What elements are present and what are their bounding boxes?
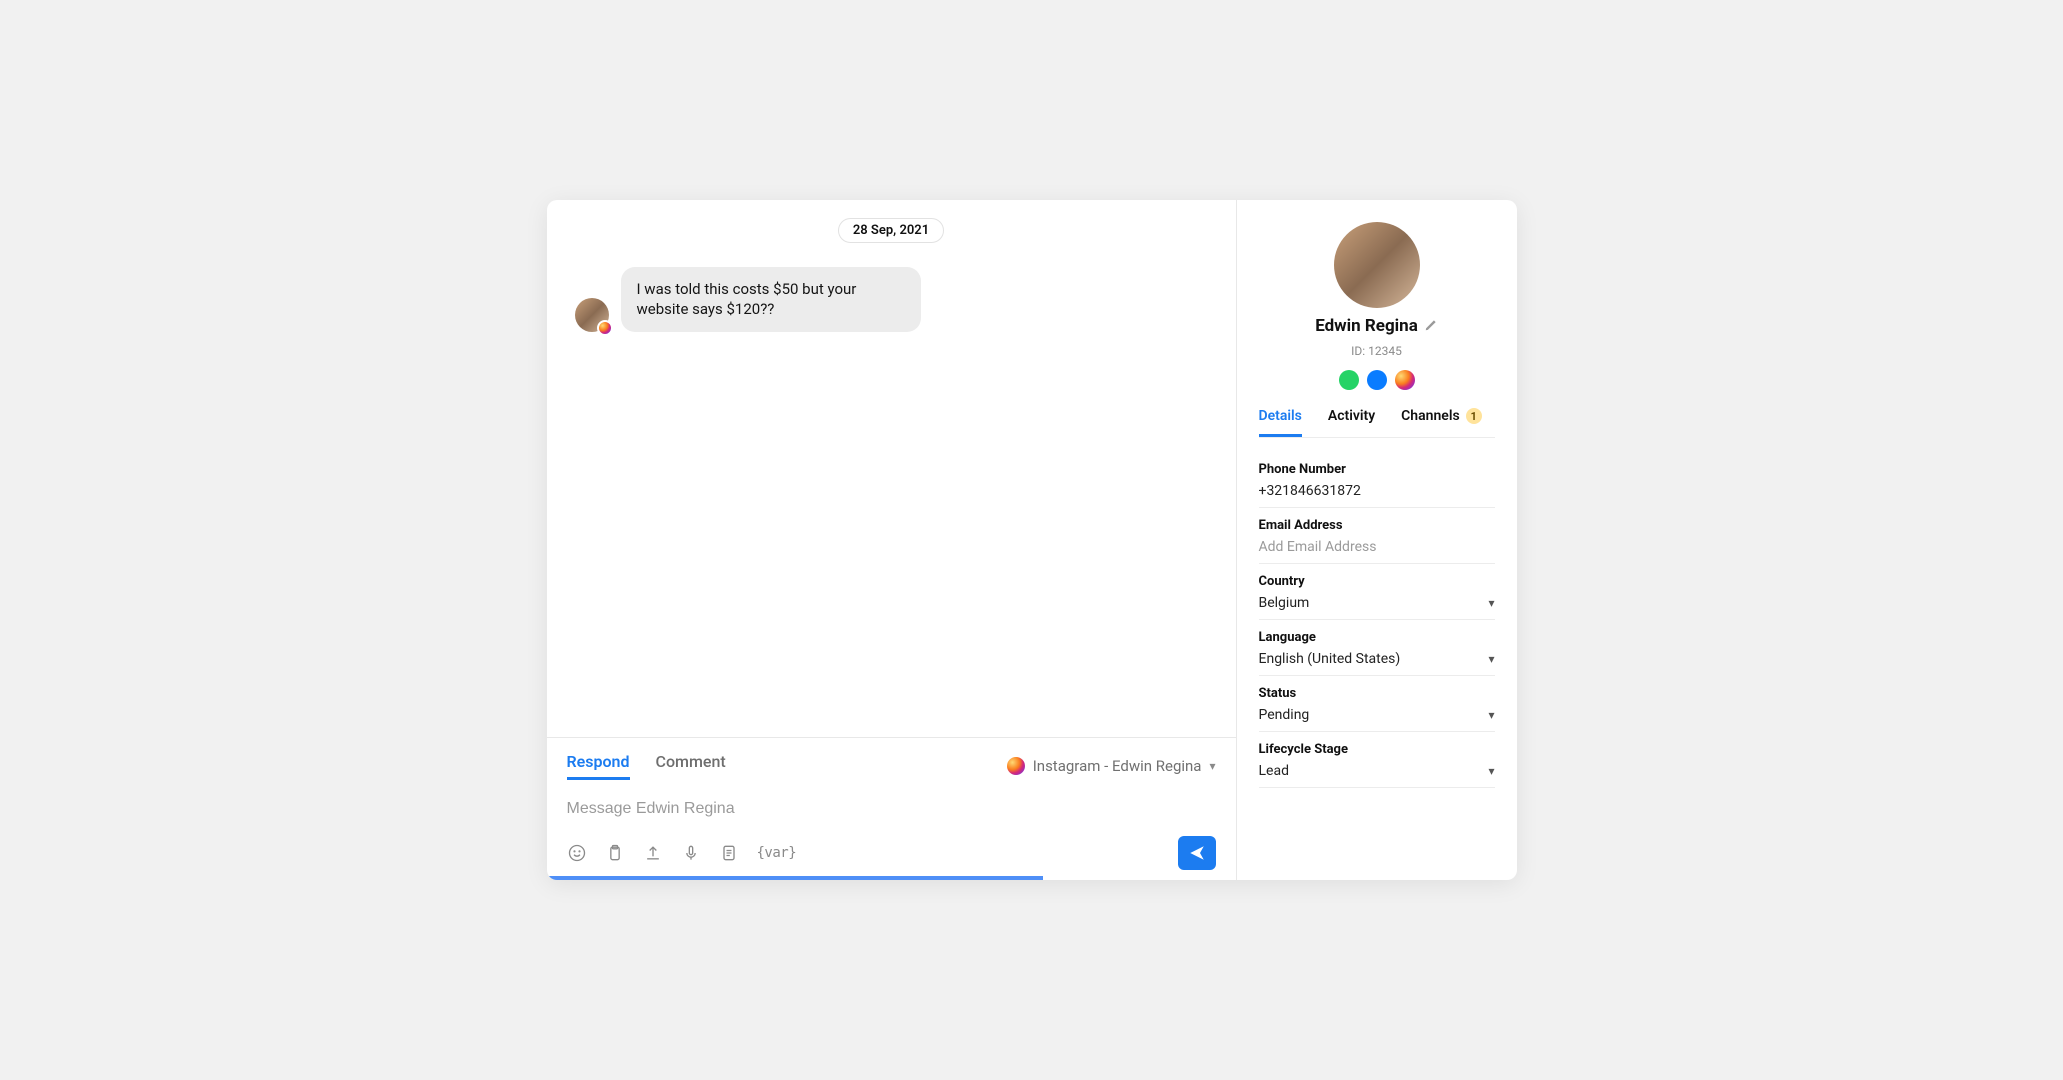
field-status: Status Pending ▾ bbox=[1259, 676, 1495, 732]
composer: Respond Comment Instagram - Edwin Regina… bbox=[547, 737, 1236, 880]
date-separator: 28 Sep, 2021 bbox=[838, 218, 944, 243]
snippet-icon[interactable] bbox=[719, 843, 739, 863]
messenger-icon[interactable] bbox=[1367, 370, 1387, 390]
instagram-icon bbox=[1007, 757, 1025, 775]
language-select[interactable]: English (United States) ▾ bbox=[1259, 651, 1495, 667]
language-value: English (United States) bbox=[1259, 651, 1401, 667]
chevron-down-icon: ▾ bbox=[1488, 652, 1494, 666]
upload-icon[interactable] bbox=[643, 843, 663, 863]
message-input[interactable] bbox=[567, 796, 1216, 832]
field-email: Email Address Add Email Address bbox=[1259, 508, 1495, 564]
sidebar-tabs: Details Activity Channels 1 bbox=[1259, 408, 1495, 438]
whatsapp-icon[interactable] bbox=[1339, 370, 1359, 390]
field-lifecycle: Lifecycle Stage Lead ▾ bbox=[1259, 732, 1495, 788]
chevron-down-icon: ▾ bbox=[1488, 708, 1494, 722]
clipboard-icon[interactable] bbox=[605, 843, 625, 863]
tab-details[interactable]: Details bbox=[1259, 408, 1302, 437]
country-select[interactable]: Belgium ▾ bbox=[1259, 595, 1495, 611]
composer-toolbar: {var} bbox=[567, 832, 1216, 870]
contact-id: ID: 12345 bbox=[1351, 344, 1402, 358]
message-bubble: I was told this costs $50 but your websi… bbox=[621, 267, 921, 332]
field-phone: Phone Number +321846631872 bbox=[1259, 452, 1495, 508]
tab-activity[interactable]: Activity bbox=[1328, 408, 1375, 437]
instagram-icon[interactable] bbox=[1395, 370, 1415, 390]
contact-avatar bbox=[1334, 222, 1420, 308]
lifecycle-value: Lead bbox=[1259, 763, 1289, 779]
chevron-down-icon: ▾ bbox=[1209, 759, 1215, 773]
chevron-down-icon: ▾ bbox=[1488, 596, 1494, 610]
tab-channels-label: Channels bbox=[1401, 408, 1460, 424]
tab-channels[interactable]: Channels 1 bbox=[1401, 408, 1482, 437]
contact-sidebar: Edwin Regina ID: 12345 Details Activity … bbox=[1237, 200, 1517, 880]
tab-respond[interactable]: Respond bbox=[567, 752, 630, 780]
email-placeholder[interactable]: Add Email Address bbox=[1259, 539, 1495, 555]
channel-selector-label: Instagram - Edwin Regina bbox=[1033, 757, 1202, 775]
contact-channel-icons bbox=[1339, 370, 1415, 390]
status-select[interactable]: Pending ▾ bbox=[1259, 707, 1495, 723]
contact-profile: Edwin Regina ID: 12345 bbox=[1259, 222, 1495, 390]
phone-value[interactable]: +321846631872 bbox=[1259, 483, 1495, 499]
field-label: Lifecycle Stage bbox=[1259, 742, 1495, 757]
message-list: 28 Sep, 2021 I was told this costs $50 b… bbox=[547, 200, 1236, 737]
field-label: Country bbox=[1259, 574, 1495, 589]
lifecycle-select[interactable]: Lead ▾ bbox=[1259, 763, 1495, 779]
variable-icon[interactable]: {var} bbox=[757, 845, 797, 861]
field-label: Status bbox=[1259, 686, 1495, 701]
field-label: Language bbox=[1259, 630, 1495, 645]
instagram-icon bbox=[597, 320, 613, 336]
message-avatar bbox=[575, 298, 609, 332]
channel-selector[interactable]: Instagram - Edwin Regina ▾ bbox=[1007, 757, 1216, 775]
field-country: Country Belgium ▾ bbox=[1259, 564, 1495, 620]
status-value: Pending bbox=[1259, 707, 1310, 723]
country-value: Belgium bbox=[1259, 595, 1310, 611]
send-button[interactable] bbox=[1178, 836, 1216, 870]
microphone-icon[interactable] bbox=[681, 843, 701, 863]
app-window: 28 Sep, 2021 I was told this costs $50 b… bbox=[547, 200, 1517, 880]
conversation-panel: 28 Sep, 2021 I was told this costs $50 b… bbox=[547, 200, 1237, 880]
field-language: Language English (United States) ▾ bbox=[1259, 620, 1495, 676]
message-row: I was told this costs $50 but your websi… bbox=[575, 267, 1208, 332]
field-label: Phone Number bbox=[1259, 462, 1495, 477]
contact-name: Edwin Regina bbox=[1315, 316, 1418, 336]
emoji-icon[interactable] bbox=[567, 843, 587, 863]
composer-tabs: Respond Comment Instagram - Edwin Regina… bbox=[567, 752, 1216, 780]
tab-comment[interactable]: Comment bbox=[656, 752, 726, 780]
channels-badge: 1 bbox=[1466, 408, 1482, 424]
chevron-down-icon: ▾ bbox=[1488, 764, 1494, 778]
edit-icon[interactable] bbox=[1424, 317, 1438, 336]
field-label: Email Address bbox=[1259, 518, 1495, 533]
composer-accent-bar bbox=[547, 876, 1043, 880]
